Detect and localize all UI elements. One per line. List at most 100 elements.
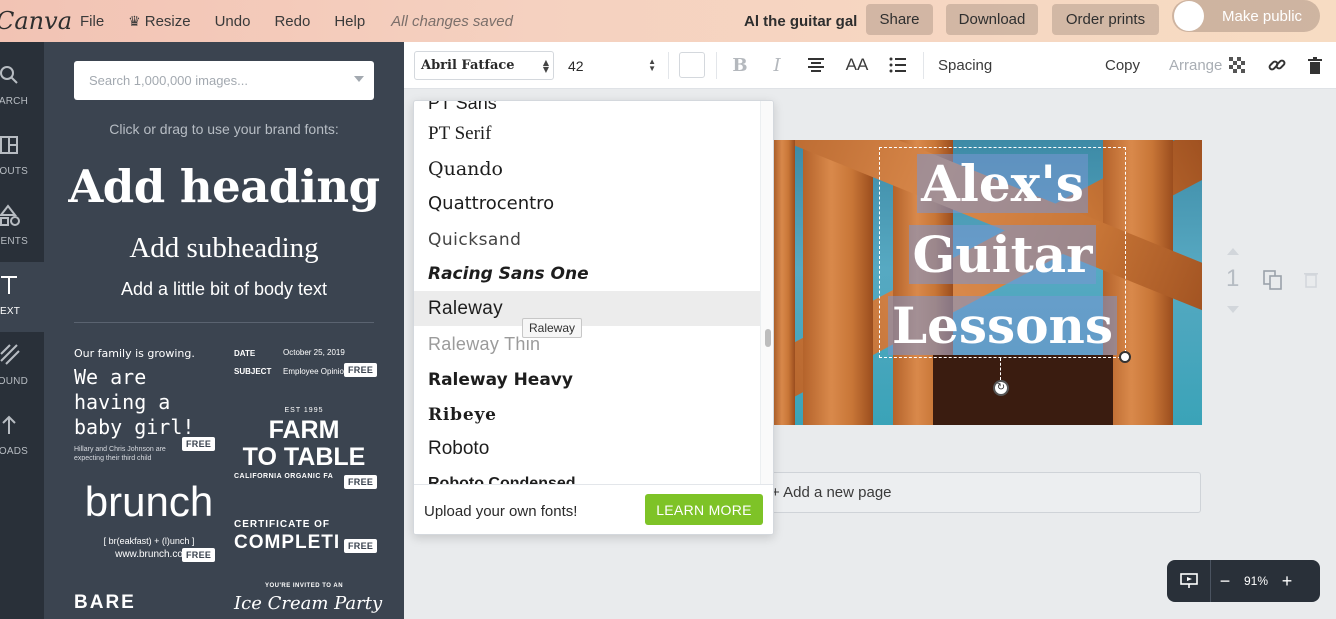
font-option[interactable]: Quando	[414, 151, 760, 186]
font-dropdown-footer: Upload your own fonts! LEARN MORE	[414, 484, 773, 534]
updown-icon: ▲ ▼	[648, 57, 656, 73]
menu-redo-label: Redo	[274, 12, 311, 30]
toolbar-divider	[668, 52, 669, 79]
menu-file-label: File	[80, 12, 105, 30]
search-placeholder: Search 1,000,000 images...	[89, 73, 248, 88]
font-dropdown: PT Sans PT Serif Quando Quattrocentro Qu…	[413, 100, 774, 535]
zoom-control: − 91% +	[1167, 560, 1320, 602]
bold-icon[interactable]: B	[727, 52, 753, 78]
font-option[interactable]: Quicksand	[414, 222, 760, 257]
template-certificate[interactable]: CERTIFICATE OF COMPLETI FREE	[234, 519, 378, 559]
font-option[interactable]: PT Serif	[414, 116, 760, 151]
font-option[interactable]: Raleway Thin	[414, 327, 760, 362]
rail-search[interactable]: Search	[0, 52, 44, 122]
font-option[interactable]: Ribeye	[414, 397, 760, 432]
brand-fonts-hint: Click or drag to use your brand fonts:	[109, 121, 339, 137]
rail-background[interactable]: Background	[0, 332, 44, 402]
make-public-label: Make public	[1222, 7, 1303, 25]
menu-help[interactable]: Help	[322, 0, 377, 42]
duplicate-page-icon[interactable]	[1263, 270, 1283, 292]
add-new-page-button[interactable]: + Add a new page	[760, 472, 1201, 513]
free-badge: FREE	[344, 475, 378, 489]
template-text: We are having a baby girl!	[74, 365, 195, 439]
italic-icon[interactable]: I	[764, 52, 790, 78]
layouts-icon	[0, 136, 18, 154]
font-option[interactable]: Roboto Condensed	[414, 466, 760, 485]
rail-uploads[interactable]: Uploads	[0, 402, 44, 472]
free-badge: FREE	[344, 539, 378, 553]
template-text: October 25, 2019	[283, 348, 345, 357]
menu-redo[interactable]: Redo	[262, 0, 322, 42]
order-prints-button[interactable]: Order prints	[1052, 4, 1159, 35]
link-icon[interactable]	[1264, 52, 1290, 78]
chevron-down-icon[interactable]	[354, 76, 364, 82]
search-icon	[0, 66, 18, 84]
font-size-value: 42	[568, 57, 584, 74]
font-option-hovered[interactable]: Raleway	[414, 291, 760, 326]
text-panel: Search 1,000,000 images... Click or drag…	[44, 42, 404, 619]
template-text: FARM	[268, 416, 340, 444]
free-badge: FREE	[182, 548, 216, 562]
toolbar-divider	[923, 52, 924, 79]
add-body-text-button[interactable]: Add a little bit of body text	[44, 279, 404, 300]
trash-icon[interactable]	[1302, 52, 1328, 78]
rail-elements[interactable]: Elements	[0, 192, 44, 262]
crown-icon: ♛	[128, 12, 141, 29]
make-public-toggle[interactable]: Make public	[1172, 0, 1320, 32]
free-badge: FREE	[182, 437, 216, 451]
font-option[interactable]: Raleway Heavy	[414, 362, 760, 397]
present-icon[interactable]	[1167, 560, 1211, 602]
menu-undo[interactable]: Undo	[203, 0, 263, 42]
rotate-icon[interactable]: ↻	[993, 380, 1009, 396]
add-subheading-button[interactable]: Add subheading	[44, 232, 404, 265]
image-search-input[interactable]: Search 1,000,000 images...	[74, 61, 374, 100]
font-option[interactable]: Racing Sans One	[414, 256, 760, 291]
menu-resize-label: Resize	[144, 12, 191, 30]
uploads-icon	[2, 415, 16, 434]
font-list-scrollbar[interactable]	[760, 101, 773, 484]
template-bare[interactable]: BARE	[74, 592, 224, 619]
template-farm-to-table[interactable]: EST 1995 FARM TO TABLE CALIFORNIA ORGANI…	[234, 407, 378, 497]
share-button[interactable]: Share	[866, 4, 933, 35]
updown-icon: ▲ ▼	[542, 57, 549, 74]
learn-more-button[interactable]: LEARN MORE	[645, 494, 763, 525]
menu-undo-label: Undo	[214, 12, 251, 30]
scrollbar-thumb[interactable]	[765, 329, 771, 347]
list-icon[interactable]	[885, 52, 911, 78]
font-family-select[interactable]: Abril Fatface ▲ ▼	[414, 51, 554, 80]
font-option[interactable]: Roboto	[414, 431, 760, 466]
rotate-line	[1000, 358, 1001, 380]
copy-button[interactable]: Copy	[1105, 42, 1140, 89]
arrange-button[interactable]: Arrange	[1169, 42, 1222, 89]
rail-text[interactable]: Text	[0, 262, 44, 332]
uppercase-icon[interactable]: AA	[842, 52, 872, 78]
template-ice-cream[interactable]: YOU'RE INVITED TO AN Ice Cream Party	[234, 583, 382, 619]
design-title[interactable]: Al the guitar gal	[744, 0, 857, 42]
rail-uploads-label: Uploads	[0, 446, 28, 457]
template-baby-girl[interactable]: Our family is growing. We are having a b…	[74, 347, 224, 462]
menu-help-label: Help	[334, 12, 366, 30]
page-up-icon[interactable]	[1227, 248, 1239, 255]
font-option[interactable]: Quattrocentro	[414, 186, 760, 221]
text-color-button[interactable]	[679, 52, 705, 78]
transparency-icon[interactable]	[1224, 52, 1250, 78]
canva-logo[interactable]: Canva	[0, 7, 72, 35]
resize-handle[interactable]	[1119, 351, 1131, 363]
rail-layouts-label: Layouts	[0, 166, 28, 177]
zoom-in-button[interactable]: +	[1273, 571, 1301, 592]
rail-layouts[interactable]: Layouts	[0, 122, 44, 192]
align-center-icon[interactable]	[803, 52, 829, 78]
delete-page-icon[interactable]	[1304, 270, 1324, 292]
template-memo[interactable]: DATE October 25, 2019 SUBJECT Employee O…	[234, 347, 378, 387]
zoom-out-button[interactable]: −	[1211, 571, 1239, 592]
font-size-select[interactable]: 42 ▲ ▼	[560, 51, 660, 80]
menu-file[interactable]: File	[68, 0, 116, 42]
elements-icon	[0, 204, 20, 226]
menu-resize[interactable]: ♛ Resize	[116, 0, 202, 42]
upload-fonts-text: Upload your own fonts!	[424, 503, 578, 520]
add-heading-button[interactable]: Add heading	[44, 160, 404, 213]
template-brunch[interactable]: brunch [ br(eakfast) + (l)unch ] www.bru…	[74, 477, 224, 567]
page-down-icon[interactable]	[1227, 306, 1239, 313]
download-button[interactable]: Download	[946, 4, 1038, 35]
spacing-button[interactable]: Spacing	[938, 42, 992, 89]
